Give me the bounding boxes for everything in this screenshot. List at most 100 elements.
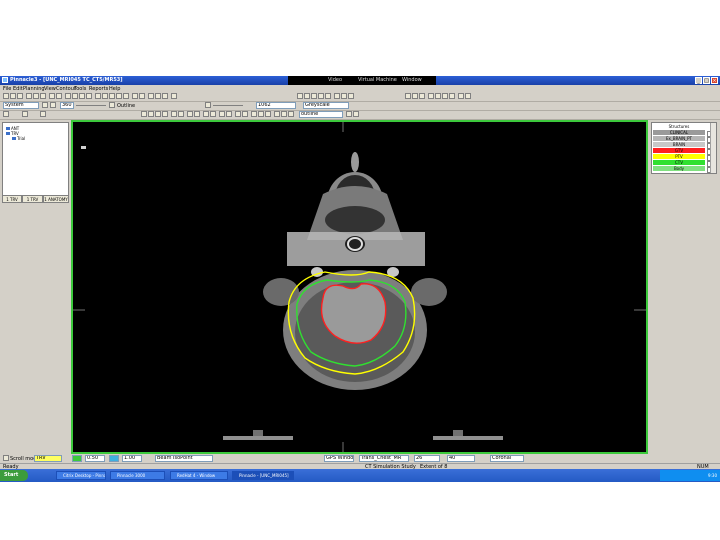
- save-icon[interactable]: [17, 93, 23, 99]
- rotate-icon[interactable]: [86, 93, 92, 99]
- autoseg-icon[interactable]: [242, 111, 248, 117]
- tab-trv-1[interactable]: 1 TRV: [2, 195, 22, 203]
- color-swatch[interactable]: [72, 455, 82, 462]
- colormap-select[interactable]: Greyscale: [303, 102, 349, 109]
- outline-icon[interactable]: [109, 102, 115, 108]
- patient-icon[interactable]: [40, 111, 46, 117]
- tree-item-trial[interactable]: Trial: [12, 136, 25, 141]
- align-icon[interactable]: [405, 93, 411, 99]
- dataset-select[interactable]: System: [3, 102, 39, 109]
- view-bev-icon[interactable]: [341, 93, 347, 99]
- layout-1-icon[interactable]: [297, 93, 303, 99]
- crosshair-icon[interactable]: [155, 93, 161, 99]
- tab-anatomy[interactable]: 1 ANATOMY: [43, 195, 69, 203]
- new-icon[interactable]: [3, 93, 9, 99]
- plan-icon[interactable]: [22, 111, 28, 117]
- fit-icon[interactable]: [458, 93, 464, 99]
- color-icon[interactable]: [251, 111, 257, 117]
- contour-cancel-icon[interactable]: [353, 111, 359, 117]
- paste-icon[interactable]: [40, 93, 46, 99]
- view-select[interactable]: GPS Window: [324, 455, 354, 462]
- info-icon[interactable]: [442, 93, 448, 99]
- structure-row[interactable]: Body: [653, 166, 705, 172]
- tab-trv-2[interactable]: 1 TRV: [22, 195, 43, 203]
- contour-erase-icon[interactable]: [155, 111, 161, 117]
- contour-copy-icon[interactable]: [187, 111, 193, 117]
- layout-2-icon[interactable]: [304, 93, 310, 99]
- orientation-select[interactable]: Coronal: [490, 455, 524, 462]
- open-icon[interactable]: [10, 93, 16, 99]
- ct-image-viewer[interactable]: [71, 120, 648, 454]
- vm-video-label[interactable]: Video: [328, 77, 342, 83]
- offset-field[interactable]: 40: [447, 455, 475, 462]
- ruler-icon[interactable]: [102, 93, 108, 99]
- pause-icon[interactable]: [412, 93, 418, 99]
- scroll-mode-icon[interactable]: [3, 455, 9, 461]
- contour-delete-icon[interactable]: [194, 111, 200, 117]
- contour-fill-icon[interactable]: [171, 111, 177, 117]
- close-button[interactable]: ×: [711, 77, 718, 84]
- help-icon[interactable]: [449, 93, 455, 99]
- dvh-icon[interactable]: [274, 111, 280, 117]
- contour-apply-icon[interactable]: [346, 111, 352, 117]
- slice-field[interactable]: 26: [414, 455, 440, 462]
- point-icon[interactable]: [109, 93, 115, 99]
- lock-icon[interactable]: [132, 93, 138, 99]
- arrow-icon[interactable]: [171, 93, 177, 99]
- target-icon[interactable]: [139, 93, 145, 99]
- copy-icon[interactable]: [33, 93, 39, 99]
- contrast-icon[interactable]: [205, 102, 211, 108]
- undo-icon[interactable]: [49, 93, 55, 99]
- start-button[interactable]: Start: [0, 470, 28, 481]
- reset-icon[interactable]: [465, 93, 471, 99]
- pan-icon[interactable]: [79, 93, 85, 99]
- roi-icon[interactable]: [203, 111, 209, 117]
- trial-icon[interactable]: [3, 111, 9, 117]
- isodose-icon[interactable]: [265, 111, 271, 117]
- margin-icon[interactable]: [210, 111, 216, 117]
- lookup-slider[interactable]: [213, 105, 243, 106]
- view-drr-icon[interactable]: [348, 93, 354, 99]
- layout-4-icon[interactable]: [318, 93, 324, 99]
- dose-icon[interactable]: [123, 93, 129, 99]
- sim-icon[interactable]: [288, 111, 294, 117]
- vm-window-label[interactable]: Window: [402, 77, 422, 83]
- window-slider[interactable]: [76, 105, 106, 106]
- stop-icon[interactable]: [419, 93, 425, 99]
- zoom-field[interactable]: 1.00: [122, 455, 142, 462]
- view-3d-icon[interactable]: [334, 93, 340, 99]
- measure-icon[interactable]: [162, 93, 168, 99]
- grid-icon[interactable]: [95, 93, 101, 99]
- beam-icon[interactable]: [116, 93, 122, 99]
- contour-pen-icon[interactable]: [141, 111, 147, 117]
- cursor-icon[interactable]: [148, 93, 154, 99]
- title-bar[interactable]: Pinnacle3 - [UNC_MRI045 TC_CT5/MR53] Vid…: [0, 76, 720, 85]
- boolean-icon[interactable]: [219, 111, 225, 117]
- zoom-out-icon[interactable]: [72, 93, 78, 99]
- task-pinnacle-3000[interactable]: Pinnacle 3000: [110, 471, 165, 480]
- image-set-select[interactable]: Trans_Chest_MR: [359, 455, 409, 462]
- level-icon[interactable]: [50, 102, 56, 108]
- minimize-button[interactable]: _: [695, 77, 702, 84]
- ct-axial-slice[interactable]: [73, 122, 646, 452]
- zoom-swatch[interactable]: [109, 455, 119, 462]
- mode-field[interactable]: TRV: [34, 455, 62, 462]
- task-citrix[interactable]: Citrix Desktop - Pinnacle: [56, 471, 106, 480]
- contour-interp-icon[interactable]: [178, 111, 184, 117]
- redo-icon[interactable]: [56, 93, 62, 99]
- maximize-button[interactable]: □: [703, 77, 710, 84]
- vm-machine-label[interactable]: Virtual Machine: [358, 77, 397, 83]
- task-redhat[interactable]: RedHat 4 - Window: [170, 471, 228, 480]
- task-pinnacle-active[interactable]: Pinnacle - [UNC_MRI045]: [232, 471, 294, 480]
- magnify-icon[interactable]: [435, 93, 441, 99]
- lookup-value-field[interactable]: 1062: [256, 102, 296, 109]
- layout-3-icon[interactable]: [311, 93, 317, 99]
- thickness-field[interactable]: 0.50: [85, 455, 105, 462]
- window-value-field[interactable]: 360: [60, 102, 74, 109]
- smooth-icon[interactable]: [226, 111, 232, 117]
- threshold-icon[interactable]: [235, 111, 241, 117]
- point-mode-select[interactable]: Beam IsoPoint: [155, 455, 213, 462]
- window-icon[interactable]: [42, 102, 48, 108]
- layout-5-icon[interactable]: [325, 93, 331, 99]
- contour-tool-select[interactable]: outline: [299, 111, 343, 118]
